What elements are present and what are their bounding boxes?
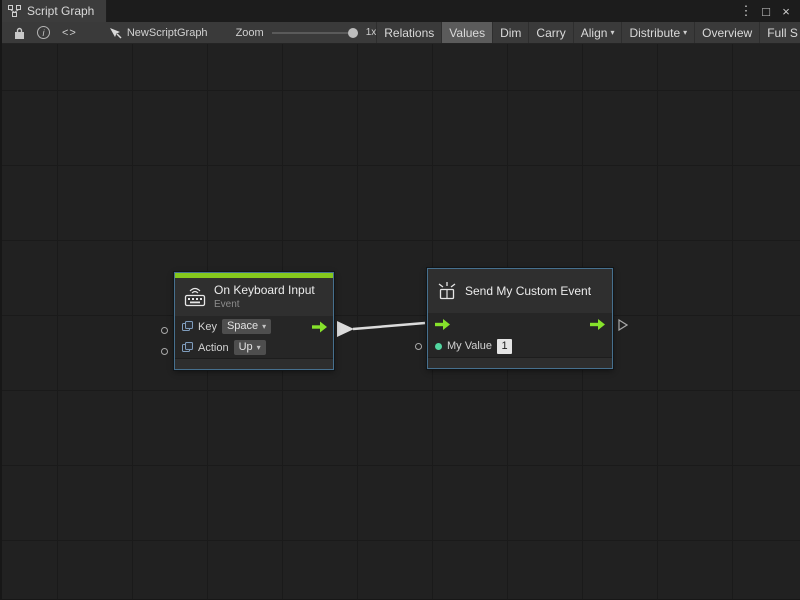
graph-toolbar: i <> NewScriptGraph Zoom 1x Relations xyxy=(2,22,800,44)
values-button[interactable]: Values xyxy=(441,22,492,43)
keyboard-icon xyxy=(183,287,207,307)
graph-reference[interactable]: NewScriptGraph xyxy=(109,27,208,39)
node-subtitle: Event xyxy=(214,298,315,311)
flow-port-row xyxy=(428,313,612,335)
script-graph-icon xyxy=(8,5,21,17)
tab-script-graph[interactable]: Script Graph xyxy=(2,0,107,22)
relations-button[interactable]: Relations xyxy=(376,22,441,43)
node-body: Key Space ▾ xyxy=(175,316,333,358)
caret-down-icon: ▾ xyxy=(257,343,261,352)
connection-wire[interactable] xyxy=(337,321,425,337)
window-controls: ⋮ □ × xyxy=(732,0,800,22)
zoom-slider[interactable] xyxy=(272,27,358,39)
overview-button[interactable]: Overview xyxy=(694,22,759,43)
key-dropdown[interactable]: Space ▾ xyxy=(222,319,271,334)
zoom-slider-track[interactable] xyxy=(272,32,358,34)
title-bar: Script Graph ⋮ □ × xyxy=(2,0,800,22)
flow-output-port[interactable] xyxy=(312,321,327,332)
action-port-row: Action Up ▾ xyxy=(175,337,333,358)
caret-down-icon: ▾ xyxy=(683,28,687,37)
my-value-port-row: My Value 1 xyxy=(428,335,612,357)
node-header: On Keyboard Input Event xyxy=(175,278,333,316)
caret-down-icon: ▾ xyxy=(262,322,266,331)
key-label: Key xyxy=(198,321,217,333)
node-on-keyboard-input[interactable]: On Keyboard Input Event Key Space ▾ xyxy=(174,272,334,370)
enum-icon xyxy=(182,342,193,353)
flow-output-port[interactable] xyxy=(590,319,605,330)
carry-button[interactable]: Carry xyxy=(528,22,572,43)
node-title: Send My Custom Event xyxy=(465,284,591,299)
toolbar-buttons: Relations Values Dim Carry Align ▾ Distr… xyxy=(376,22,800,43)
custom-event-icon xyxy=(436,281,458,301)
my-value-input[interactable]: 1 xyxy=(497,339,512,354)
flow-continuation-port[interactable] xyxy=(618,318,628,336)
align-button[interactable]: Align ▾ xyxy=(573,22,622,43)
titlebar-spacer xyxy=(107,0,732,22)
value-type-dot xyxy=(435,343,442,350)
node-footer xyxy=(175,358,333,369)
zoom-value: 1x xyxy=(366,27,377,38)
node-body: My Value 1 xyxy=(428,313,612,357)
fullscreen-button[interactable]: Full S xyxy=(759,22,800,43)
dim-button[interactable]: Dim xyxy=(492,22,528,43)
node-titles: On Keyboard Input Event xyxy=(214,283,315,311)
action-dropdown[interactable]: Up ▾ xyxy=(234,340,266,355)
zoom-control: Zoom 1x xyxy=(236,27,377,39)
caret-down-icon: ▾ xyxy=(610,28,614,37)
enum-icon xyxy=(182,321,193,332)
info-icon[interactable]: i xyxy=(31,22,56,43)
node-header: Send My Custom Event xyxy=(428,269,612,313)
node-send-my-custom-event[interactable]: Send My Custom Event xyxy=(427,268,613,369)
wires-layer xyxy=(2,44,800,599)
code-view-icon[interactable]: <> xyxy=(56,22,83,43)
node-title: On Keyboard Input xyxy=(214,283,315,298)
zoom-slider-handle[interactable] xyxy=(348,28,358,38)
key-port-row: Key Space ▾ xyxy=(175,316,333,337)
distribute-button[interactable]: Distribute ▾ xyxy=(621,22,694,43)
graph-canvas[interactable]: On Keyboard Input Event Key Space ▾ xyxy=(2,44,800,599)
key-input-port[interactable] xyxy=(161,327,168,334)
tab-title: Script Graph xyxy=(27,4,94,18)
my-value-label: My Value xyxy=(447,340,492,352)
action-input-port[interactable] xyxy=(161,348,168,355)
action-label: Action xyxy=(198,342,229,354)
script-graph-window: Script Graph ⋮ □ × i <> NewScriptGra xyxy=(0,0,800,600)
graph-name: NewScriptGraph xyxy=(127,27,208,39)
close-icon[interactable]: × xyxy=(778,3,794,19)
node-footer xyxy=(428,357,612,368)
flow-input-port[interactable] xyxy=(435,319,450,330)
kebab-menu-icon[interactable]: ⋮ xyxy=(738,3,754,19)
my-value-input-port[interactable] xyxy=(415,343,422,350)
graph-pointer-icon xyxy=(109,27,122,39)
zoom-label: Zoom xyxy=(236,27,264,39)
lock-icon[interactable] xyxy=(8,22,31,43)
maximize-icon[interactable]: □ xyxy=(758,3,774,19)
